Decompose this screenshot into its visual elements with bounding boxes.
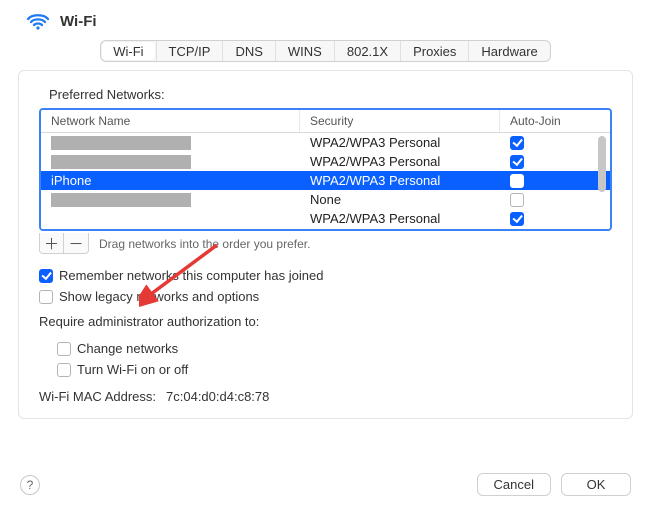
auto-join-checkbox[interactable] bbox=[510, 136, 524, 150]
admin-item-checkbox[interactable] bbox=[57, 342, 71, 356]
tab-dns[interactable]: DNS bbox=[222, 41, 274, 61]
auto-join-checkbox[interactable] bbox=[510, 155, 524, 169]
cell-network-name bbox=[41, 190, 300, 209]
auto-join-checkbox[interactable] bbox=[510, 193, 524, 207]
col-security[interactable]: Security bbox=[300, 110, 500, 132]
table-row[interactable]: WPA2/WPA3 Personal bbox=[41, 209, 610, 228]
remember-networks-label: Remember networks this computer has join… bbox=[59, 268, 323, 283]
show-legacy-label: Show legacy networks and options bbox=[59, 289, 259, 304]
cell-security: WPA2/WPA3 Personal bbox=[300, 133, 500, 152]
admin-auth-label: Require administrator authorization to: bbox=[39, 314, 612, 329]
show-legacy-checkbox[interactable] bbox=[39, 290, 53, 304]
remove-network-button[interactable]: － bbox=[64, 233, 88, 253]
table-row[interactable]: iPhoneWPA2/WPA3 Personal bbox=[41, 171, 610, 190]
tab-proxies[interactable]: Proxies bbox=[400, 41, 468, 61]
admin-item-checkbox[interactable] bbox=[57, 363, 71, 377]
cell-network-name bbox=[41, 209, 300, 228]
cell-security: WPA2/WPA3 Personal bbox=[300, 209, 500, 228]
table-row[interactable]: WPA2/WPA3 Personal bbox=[41, 152, 610, 171]
auto-join-checkbox[interactable] bbox=[510, 212, 524, 226]
mac-address-label: Wi-Fi MAC Address: bbox=[39, 389, 156, 404]
tab-wins[interactable]: WINS bbox=[275, 41, 334, 61]
tab-8021x[interactable]: 802.1X bbox=[334, 41, 400, 61]
tabs: Wi-FiTCP/IPDNSWINS802.1XProxiesHardware bbox=[100, 40, 551, 62]
table-row[interactable]: WPA2/WPA3 Personal bbox=[41, 133, 610, 152]
tab-tcpip[interactable]: TCP/IP bbox=[156, 41, 223, 61]
cell-security: None bbox=[300, 190, 500, 209]
help-button[interactable]: ? bbox=[20, 475, 40, 495]
cell-security: WPA2/WPA3 Personal bbox=[300, 171, 500, 190]
admin-item-label: Turn Wi-Fi on or off bbox=[77, 362, 188, 377]
table-scrollbar[interactable] bbox=[594, 112, 608, 227]
mac-address-value: 7c:04:d0:d4:c8:78 bbox=[166, 389, 269, 404]
ok-button[interactable]: OK bbox=[561, 473, 631, 496]
networks-table: Network Name Security Auto-Join WPA2/WPA… bbox=[39, 108, 612, 231]
cell-network-name bbox=[41, 152, 300, 171]
window-title: Wi-Fi bbox=[60, 13, 97, 30]
remember-networks-checkbox[interactable] bbox=[39, 269, 53, 283]
col-network-name[interactable]: Network Name bbox=[41, 110, 300, 132]
wifi-icon bbox=[24, 10, 52, 32]
tab-hardware[interactable]: Hardware bbox=[468, 41, 549, 61]
cell-network-name: iPhone bbox=[41, 171, 300, 190]
cancel-button[interactable]: Cancel bbox=[477, 473, 551, 496]
tab-wifi[interactable]: Wi-Fi bbox=[101, 41, 155, 61]
cell-network-name bbox=[41, 133, 300, 152]
drag-hint: Drag networks into the order you prefer. bbox=[99, 237, 310, 251]
admin-item-label: Change networks bbox=[77, 341, 178, 356]
auto-join-checkbox[interactable] bbox=[510, 174, 524, 188]
add-network-button[interactable]: ＋ bbox=[40, 233, 64, 253]
table-row[interactable]: None bbox=[41, 190, 610, 209]
preferred-networks-label: Preferred Networks: bbox=[49, 87, 612, 102]
cell-security: WPA2/WPA3 Personal bbox=[300, 152, 500, 171]
